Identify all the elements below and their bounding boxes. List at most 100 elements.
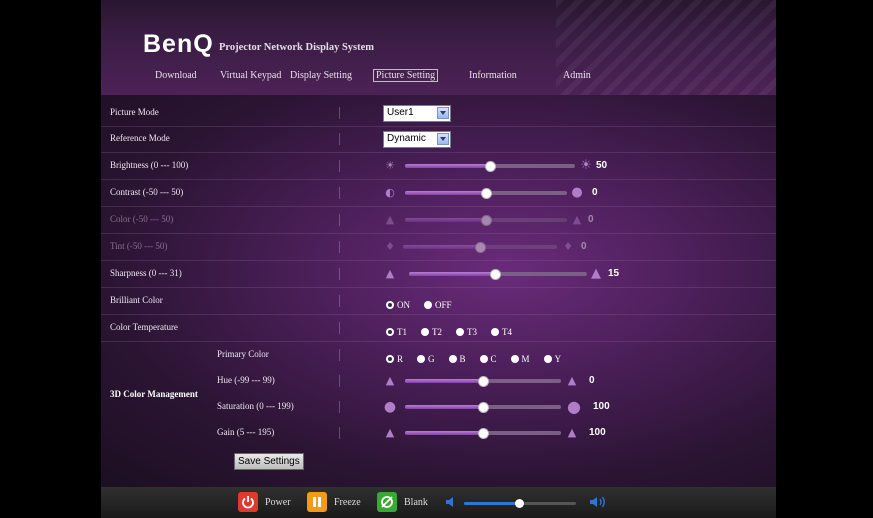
radio-label: G [428,354,435,364]
nav-picture-setting[interactable]: Picture Setting [373,69,439,82]
saturation-slider[interactable]: ● ● 100 [383,394,623,420]
radio-dot[interactable] [479,355,488,363]
saturation-track[interactable] [405,402,561,413]
mountain-high-icon: ▲ [591,266,601,281]
volume-knob[interactable] [515,499,524,508]
hue-slider[interactable]: ▲ ▲ 0 [383,368,623,394]
volume-up-icon[interactable] [589,494,607,515]
tint-label: Tint (-50 --- 50) [110,241,168,251]
save-settings-button[interactable]: Save Settings [234,453,304,470]
row-primary-color: Primary Color R G B C M Y [101,342,776,368]
primary-r-radio[interactable]: R [386,354,403,364]
reference-mode-value: Dynamic [387,133,426,144]
tint-fill [403,245,480,249]
saturation-knob[interactable] [478,402,490,413]
color-temp-t3-radio[interactable]: T3 [456,327,477,337]
contrast-track[interactable] [405,188,567,199]
brightness-track[interactable] [405,161,575,172]
chevron-down-icon[interactable] [437,107,449,119]
contrast-slider[interactable]: ◐ ● 0 [383,180,623,206]
divider [339,427,340,439]
brilliant-color-off-radio[interactable]: OFF [424,300,452,310]
radio-dot[interactable] [386,301,394,309]
gain-fill [405,431,483,435]
radio-dot[interactable] [491,328,499,336]
power-icon[interactable] [238,492,258,512]
radio-dot[interactable] [510,355,519,363]
row-color-temperature: Color Temperature T1 T2 T3 T4 [101,315,776,342]
row-contrast: Contrast (-50 --- 50) ◐ ● 0 [101,180,776,207]
primary-y-radio[interactable]: Y [543,354,561,364]
sharpness-knob[interactable] [490,269,502,280]
divider [339,375,340,387]
nav-download[interactable]: Download [155,70,197,81]
divider [339,295,340,307]
sharpness-fill [409,272,496,276]
radio-label: ON [397,300,410,310]
hue-high-icon: ▲ [567,374,577,387]
radio-label: T4 [502,327,512,337]
nav-admin[interactable]: Admin [563,70,591,81]
radio-label: R [397,354,404,364]
divider [339,107,340,119]
saturation-high-icon: ● [567,397,581,416]
sun-high-icon: ☀ [580,158,592,173]
radio-dot[interactable] [386,355,394,363]
sun-low-icon: ☀ [385,159,395,172]
primary-color-radios: R G B C M Y [386,349,571,364]
radio-dot[interactable] [417,355,426,363]
blank-screen-icon[interactable] [377,492,397,512]
sharpness-slider[interactable]: ▲ ▲ 15 [383,261,623,287]
reference-mode-select[interactable]: Dynamic [383,131,451,148]
hue-track[interactable] [405,376,561,387]
primary-b-radio[interactable]: B [448,354,466,364]
sharpness-value: 15 [608,268,620,279]
radio-dot[interactable] [456,328,464,336]
volume-slider[interactable] [464,499,576,508]
primary-g-radio[interactable]: G [417,354,435,364]
row-color: Color (-50 --- 50) ▲ ▲ 0 [101,207,776,234]
row-saturation: Saturation (0 --- 199) ● ● 100 [101,394,776,420]
contrast-label: Contrast (-50 --- 50) [110,187,184,197]
volume-down-icon[interactable] [445,495,457,514]
projector-web-console: BenQ Projector Network Display System Do… [101,0,776,518]
sharpness-track[interactable] [409,269,587,280]
primary-m-radio[interactable]: M [510,354,530,364]
radio-dot[interactable] [386,328,394,336]
pause-icon[interactable] [307,492,327,512]
brilliant-color-radios: ON OFF [386,295,462,310]
brightness-label: Brightness (0 --- 100) [110,160,189,170]
row-brilliant-color: Brilliant Color ON OFF [101,288,776,315]
main-nav: Download Virtual Keypad Display Setting … [101,69,776,86]
picture-mode-select[interactable]: User1 [383,105,451,122]
radio-label: T1 [397,327,407,337]
gain-low-icon: ▲ [385,426,395,439]
gain-knob[interactable] [478,428,489,439]
hue-knob[interactable] [478,376,489,387]
gain-slider[interactable]: ▲ ▲ 100 [383,420,623,446]
color-value: 0 [588,214,594,225]
picture-mode-value: User1 [387,107,414,118]
divider [339,268,340,280]
gain-value: 100 [589,427,606,438]
nav-virtual-keypad[interactable]: Virtual Keypad [220,70,281,81]
brightness-slider[interactable]: ☀ ☀ 50 [383,153,623,179]
radio-dot[interactable] [424,301,432,309]
reference-mode-label: Reference Mode [110,133,170,143]
color-temp-t1-radio[interactable]: T1 [386,327,407,337]
gain-track[interactable] [405,428,561,439]
brilliant-color-on-radio[interactable]: ON [386,300,410,310]
benq-logo: BenQ [143,30,214,58]
contrast-knob[interactable] [481,188,492,199]
radio-dot[interactable] [448,355,457,363]
nav-information[interactable]: Information [469,70,517,81]
radio-dot[interactable] [543,355,552,363]
chevron-down-icon[interactable] [437,133,449,145]
color-temp-t2-radio[interactable]: T2 [421,327,442,337]
primary-c-radio[interactable]: C [479,354,497,364]
brightness-knob[interactable] [485,161,496,172]
color-temp-t4-radio[interactable]: T4 [491,327,512,337]
radio-dot[interactable] [421,328,429,336]
nav-display-setting[interactable]: Display Setting [290,70,352,81]
radio-label: T3 [467,327,477,337]
